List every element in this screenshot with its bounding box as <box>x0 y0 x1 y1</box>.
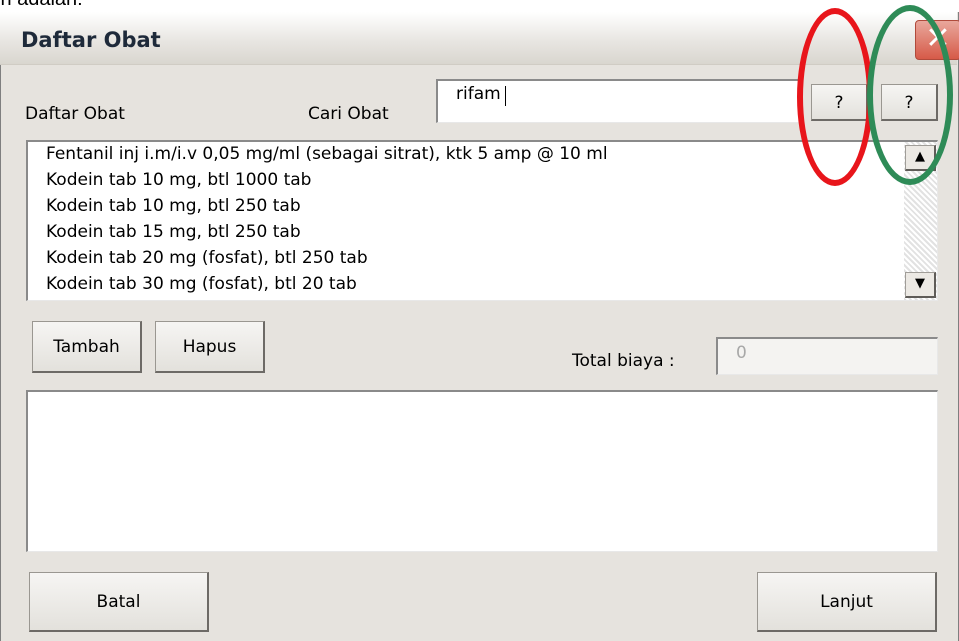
total-cost-value: 0 <box>736 343 747 363</box>
top-caption: in adalah: <box>0 0 83 11</box>
remove-button[interactable]: Hapus <box>155 321 265 373</box>
list-item[interactable]: Kodein tab 15 mg, btl 250 tab <box>46 222 301 242</box>
selected-items-list[interactable] <box>26 390 938 552</box>
text-caret <box>505 86 506 106</box>
list-item[interactable]: Kodein tab 10 mg, btl 250 tab <box>46 196 301 216</box>
drug-list-label: Daftar Obat <box>25 104 125 124</box>
add-button[interactable]: Tambah <box>32 321 142 373</box>
next-button[interactable]: Lanjut <box>757 572 937 632</box>
cancel-button[interactable]: Batal <box>29 572 209 632</box>
total-cost-field <box>716 337 938 375</box>
search-input-value: rifam <box>456 84 501 104</box>
window-title: Daftar Obat <box>21 28 161 52</box>
red-annotation-ring <box>797 8 873 186</box>
total-cost-label: Total biaya : <box>572 351 675 371</box>
list-item[interactable]: Kodein tab 10 mg, btl 1000 tab <box>46 170 311 190</box>
scroll-down-icon: ▼ <box>915 276 925 291</box>
list-item[interactable]: Kodein tab 20 mg (fosfat), btl 250 tab <box>46 248 368 268</box>
search-label: Cari Obat <box>308 104 389 124</box>
list-item[interactable]: Kodein tab 30 mg (fosfat), btl 20 tab <box>46 274 357 294</box>
scroll-down-button[interactable]: ▼ <box>905 272 936 298</box>
list-item[interactable]: Fentanil inj i.m/i.v 0,05 mg/ml (sebagai… <box>46 144 608 164</box>
green-annotation-ring <box>867 5 953 185</box>
